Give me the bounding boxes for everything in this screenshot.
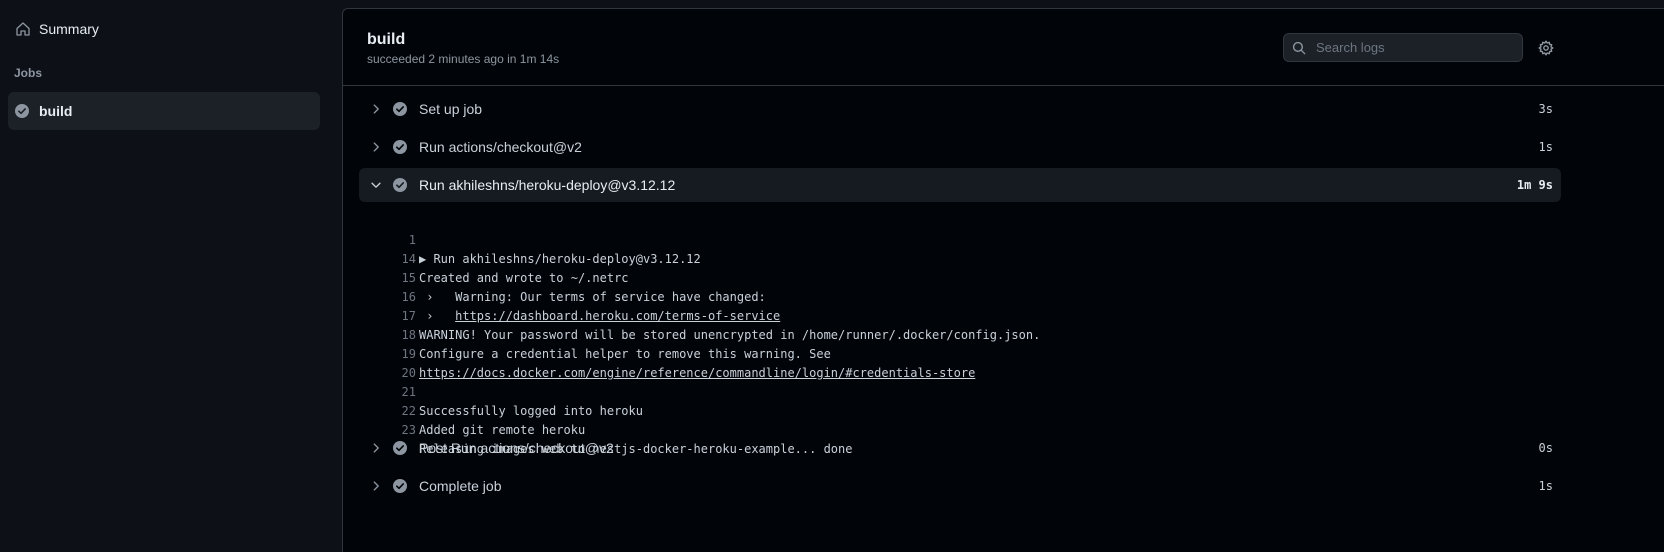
check-circle-icon: [15, 104, 29, 118]
summary-link[interactable]: Summary: [15, 18, 99, 40]
check-circle-icon: [393, 479, 407, 493]
search-box[interactable]: [1283, 33, 1523, 62]
step-set-up-job[interactable]: Set up job 3s: [359, 92, 1561, 126]
log-line: 1 ▶ Run akhileshns/heroku-deploy@v3.12.1…: [359, 212, 1561, 266]
step-name: Run akhileshns/heroku-deploy@v3.12.12: [419, 177, 676, 193]
step-duration: 1m 9s: [1516, 178, 1553, 192]
step-duration: 0s: [1538, 441, 1553, 455]
step-name: Run actions/checkout@v2: [419, 139, 582, 155]
log-line: 15 › Warning: Our terms of service have …: [359, 250, 1561, 304]
sidebar-job-build[interactable]: build: [8, 92, 320, 130]
header-divider: [343, 85, 1664, 86]
chevron-right-icon: [373, 443, 379, 453]
step-name: Post Run actions/checkout@v2: [419, 440, 614, 456]
step-heroku-deploy[interactable]: Run akhileshns/heroku-deploy@v3.12.12 1m…: [359, 168, 1561, 202]
jobs-heading: Jobs: [14, 66, 43, 80]
step-duration: 1s: [1538, 479, 1553, 493]
log-line: 17 WARNING! Your password will be stored…: [359, 288, 1561, 342]
gear-icon[interactable]: [1538, 40, 1554, 56]
step-log: 1 ▶ Run akhileshns/heroku-deploy@v3.12.1…: [359, 212, 1561, 456]
log-line: 20: [359, 345, 1561, 380]
log-line: 19 https://docs.docker.com/engine/refere…: [359, 326, 1561, 380]
job-log-panel: build succeeded 2 minutes ago in 1m 14s …: [342, 8, 1664, 552]
job-label: build: [39, 103, 73, 119]
step-duration: 1s: [1538, 140, 1553, 154]
check-circle-icon: [393, 441, 407, 455]
check-circle-icon: [393, 102, 407, 116]
check-circle-icon: [393, 140, 407, 154]
step-name: Complete job: [419, 478, 502, 494]
log-line: 18 Configure a credential helper to remo…: [359, 307, 1561, 361]
search-input[interactable]: [1314, 39, 1518, 56]
job-status: succeeded 2 minutes ago in 1m 14s: [367, 52, 560, 66]
search-icon: [1292, 41, 1306, 54]
step-checkout[interactable]: Run actions/checkout@v2 1s: [359, 130, 1561, 164]
chevron-down-icon: [371, 182, 381, 188]
log-line: 16 › https://dashboard.heroku.com/terms-…: [359, 269, 1561, 323]
log-line: 22 Added git remote heroku: [359, 383, 1561, 437]
step-name: Set up job: [419, 101, 483, 117]
log-line: 23 Releasing images web to nestjs-docker…: [359, 402, 1561, 456]
chevron-right-icon: [373, 104, 379, 114]
chevron-right-icon: [373, 481, 379, 491]
log-line: 14 Created and wrote to ~/.netrc: [359, 231, 1561, 285]
home-icon: [16, 22, 30, 36]
step-duration: 3s: [1538, 102, 1553, 116]
check-circle-icon: [393, 178, 407, 192]
chevron-right-icon: [373, 142, 379, 152]
job-title: build: [367, 31, 406, 48]
sidebar: Summary Jobs build: [0, 0, 342, 551]
summary-label: Summary: [39, 21, 99, 37]
log-line: 21 Successfully logged into heroku: [359, 364, 1561, 418]
step-complete-job[interactable]: Complete job 1s: [359, 469, 1561, 503]
step-post-checkout[interactable]: Post Run actions/checkout@v2 0s: [359, 431, 1561, 465]
